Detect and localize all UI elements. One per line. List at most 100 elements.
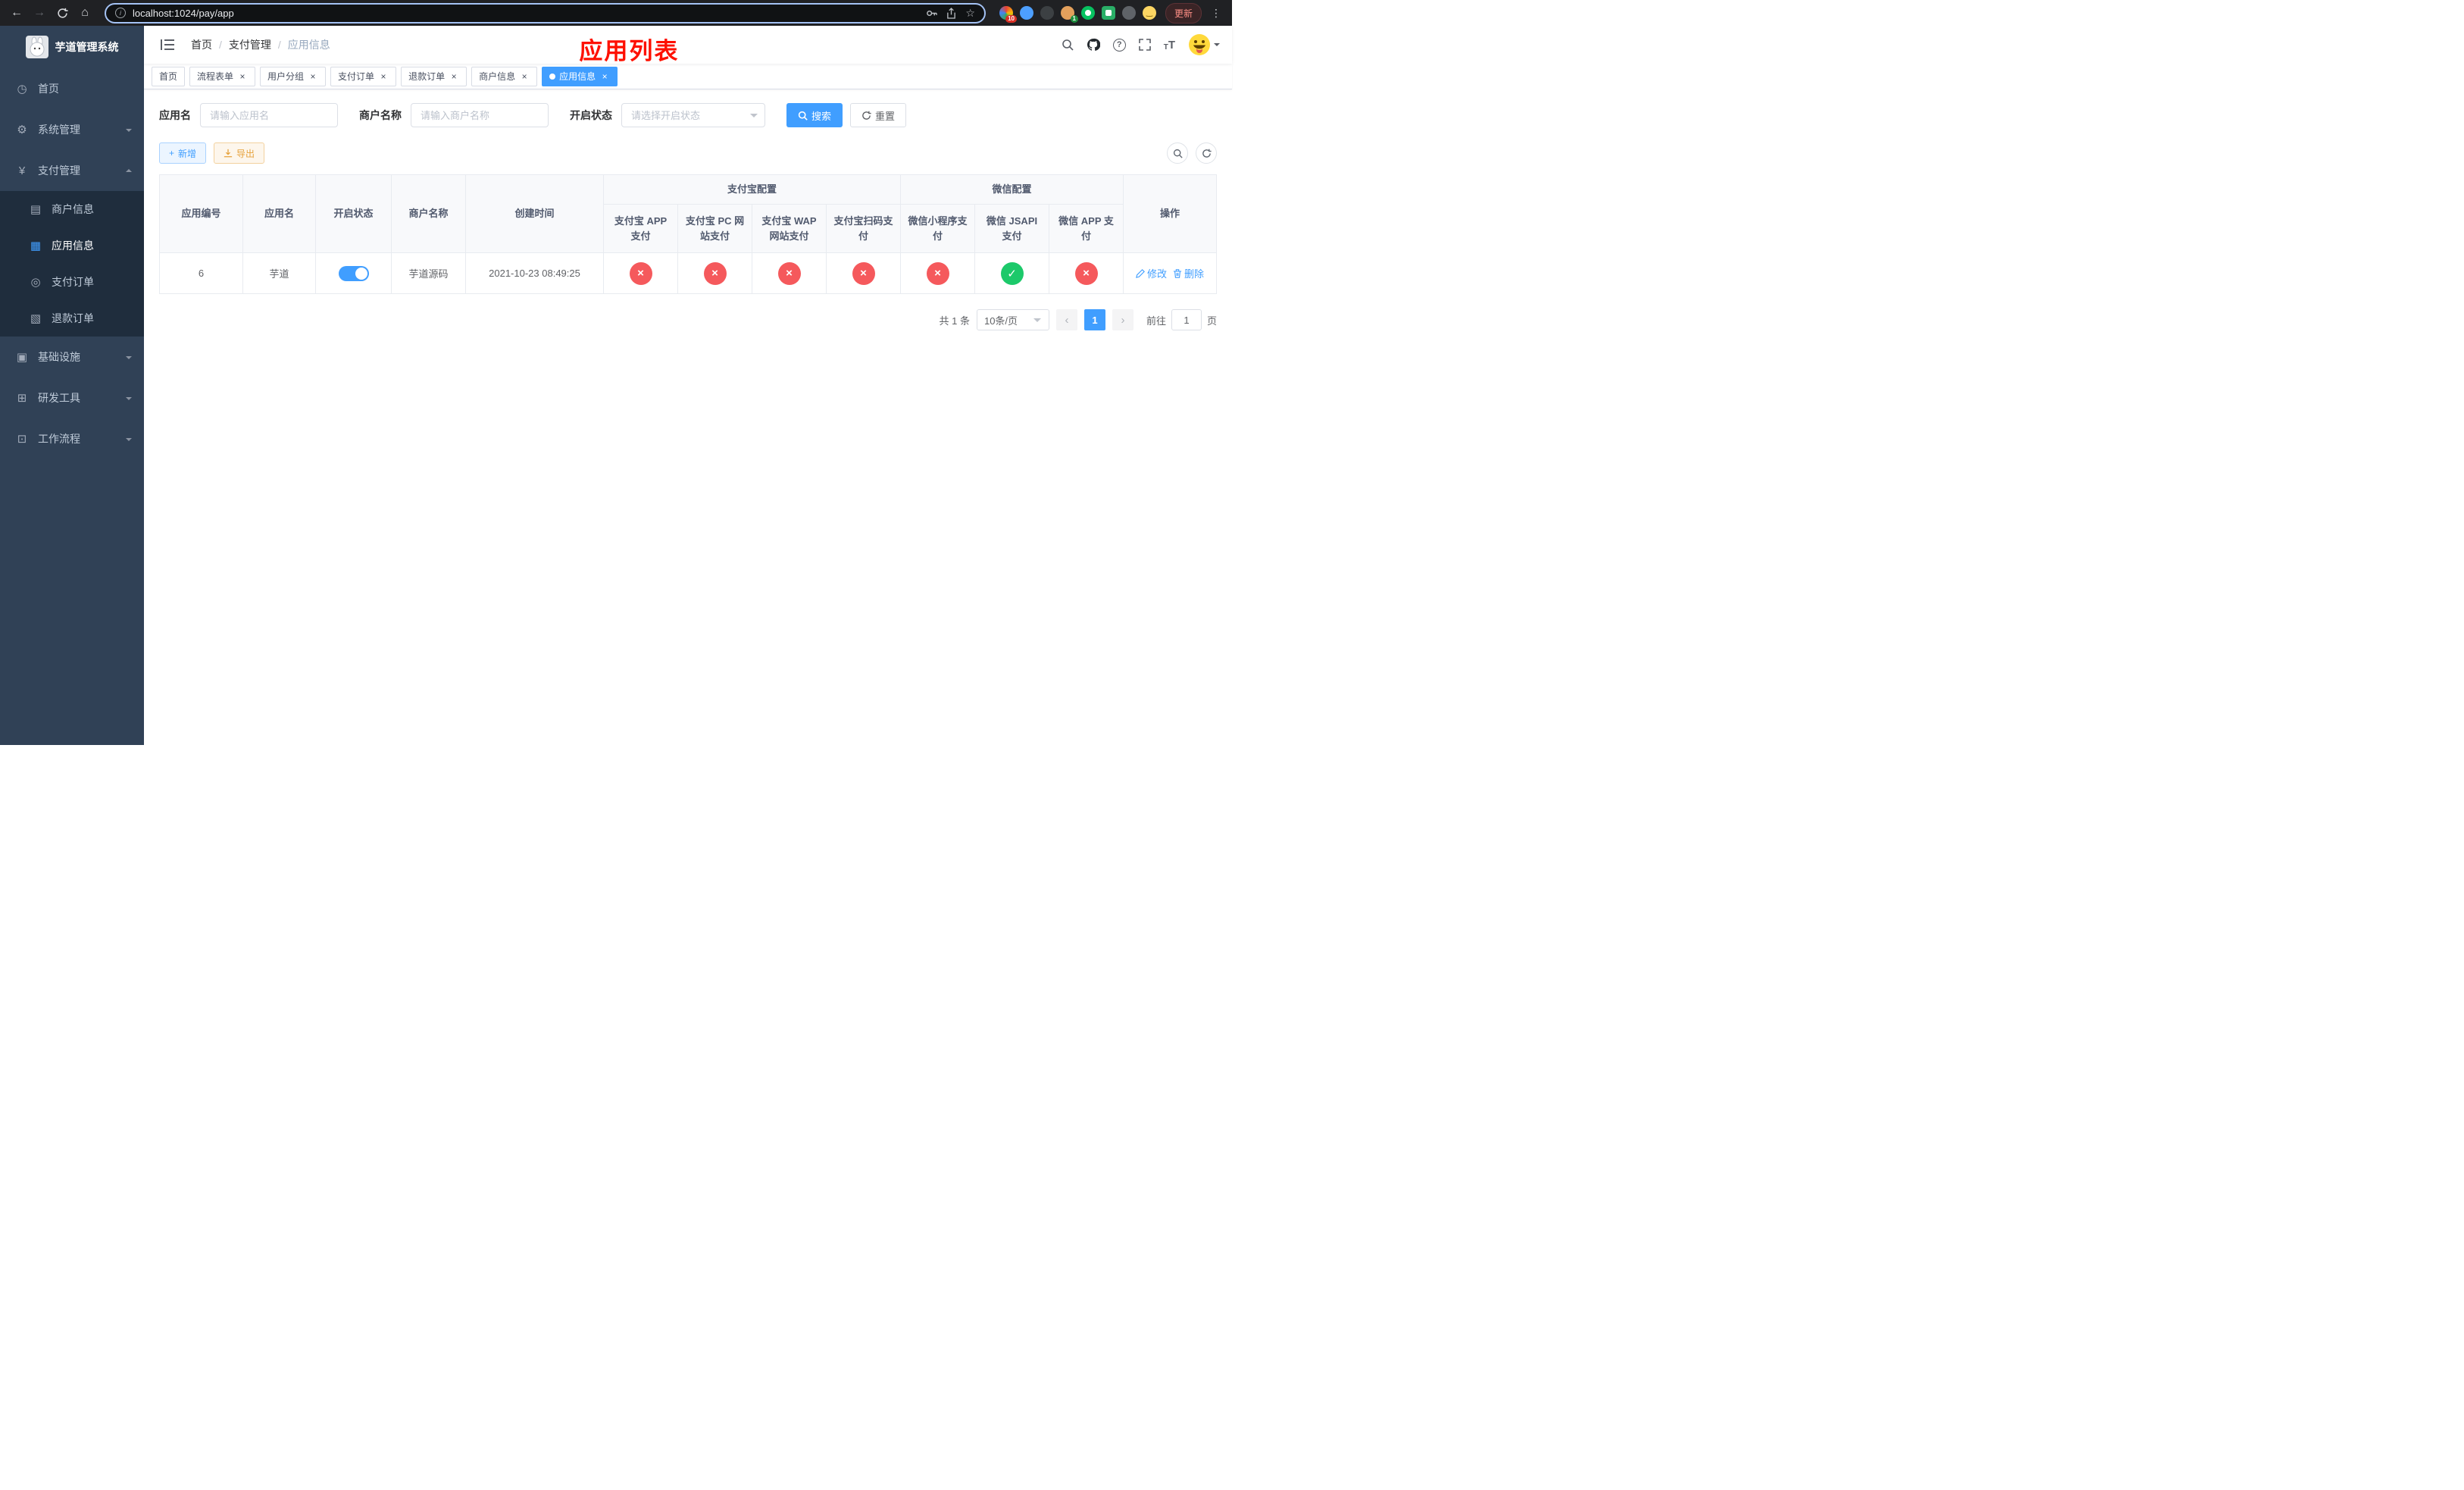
extension-profile-icon[interactable]: 1 xyxy=(1060,6,1078,23)
navbar-actions: ? TT xyxy=(1062,33,1220,56)
reset-button[interactable]: 重置 xyxy=(850,103,907,127)
next-page-button[interactable]: › xyxy=(1112,309,1134,331)
tab-merchant-info[interactable]: 商户信息 xyxy=(471,66,538,86)
password-key-icon[interactable] xyxy=(926,8,938,19)
chevron-up-icon xyxy=(126,166,132,172)
gear-icon: ⚙ xyxy=(17,124,27,136)
app-name-input[interactable] xyxy=(200,103,338,127)
sidebar-item-pay-order[interactable]: ◎ 支付订单 xyxy=(0,264,144,300)
export-button[interactable]: 导出 xyxy=(214,142,265,164)
sidebar-item-label: 支付管理 xyxy=(38,164,80,177)
close-icon[interactable] xyxy=(519,71,530,82)
alipay-pc-status-icon: × xyxy=(703,261,727,285)
fullscreen-icon[interactable] xyxy=(1138,39,1151,51)
page-1-button[interactable]: 1 xyxy=(1083,309,1105,331)
browser-menu-icon[interactable]: ⋮ xyxy=(1206,7,1226,20)
add-button[interactable]: + 新增 xyxy=(159,142,207,164)
workflow-icon: ⊡ xyxy=(17,433,27,446)
github-icon[interactable] xyxy=(1087,38,1100,52)
status-toggle[interactable] xyxy=(338,265,369,281)
help-icon[interactable]: ? xyxy=(1112,38,1126,52)
site-info-icon[interactable]: i xyxy=(115,8,126,18)
page-size-select[interactable]: 10条/页 xyxy=(976,309,1049,331)
sidebar-item-infrastructure[interactable]: ▣ 基础设施 xyxy=(0,337,144,377)
breadcrumb-payment[interactable]: 支付管理 xyxy=(229,37,271,52)
extensions-zone: 10 1 ‿ xyxy=(999,6,1156,23)
font-size-icon[interactable]: TT xyxy=(1164,39,1175,52)
breadcrumb-home[interactable]: 首页 xyxy=(191,37,212,52)
app-title: 芋道管理系统 xyxy=(55,41,119,53)
infrastructure-icon: ▣ xyxy=(16,351,28,364)
status-select[interactable] xyxy=(621,103,765,127)
close-icon[interactable] xyxy=(237,71,248,82)
sidebar-item-label: 支付订单 xyxy=(52,276,94,288)
status-label: 开启状态 xyxy=(570,109,612,121)
browser-back-button[interactable]: ← xyxy=(6,2,27,23)
extension-emoji-icon[interactable]: ‿ xyxy=(1142,6,1156,20)
sidebar-collapse-button[interactable] xyxy=(156,36,179,54)
goto-page-input[interactable] xyxy=(1171,309,1202,331)
delete-button[interactable]: 删除 xyxy=(1173,266,1204,280)
tab-label: 应用信息 xyxy=(559,71,596,82)
browser-home-button[interactable]: ⌂ xyxy=(74,2,95,23)
close-icon[interactable] xyxy=(378,71,389,82)
header-search-icon[interactable] xyxy=(1062,39,1074,51)
extension-pinwheel-icon[interactable] xyxy=(1121,6,1136,20)
sidebar-item-label: 工作流程 xyxy=(38,433,80,445)
merchant-name-input[interactable] xyxy=(411,103,549,127)
sidebar-item-label: 系统管理 xyxy=(38,124,80,136)
pagination: 共 1 条 10条/页 ‹ 1 › 前往 页 xyxy=(159,309,1217,331)
tab-label: 流程表单 xyxy=(197,71,234,82)
refresh-table-button[interactable] xyxy=(1196,142,1217,164)
dev-tools-icon: ⊞ xyxy=(17,392,27,405)
app-logo[interactable]: 芋道管理系统 xyxy=(0,26,144,68)
address-bar[interactable]: i localhost:1024/pay/app ☆ xyxy=(105,2,986,23)
alipay-app-status-icon: × xyxy=(629,261,652,285)
yen-icon: ¥ xyxy=(18,164,26,177)
sidebar-item-refund-order[interactable]: ▧ 退款订单 xyxy=(0,300,144,337)
browser-forward-button[interactable]: → xyxy=(29,2,50,23)
extension-puzzle-icon[interactable]: 10 xyxy=(999,6,1017,23)
col-alipay-app: 支付宝 APP 支付 xyxy=(603,204,678,254)
sidebar-item-home[interactable]: ◷ 首页 xyxy=(0,68,144,109)
tab-label: 商户信息 xyxy=(479,71,516,82)
tab-label: 首页 xyxy=(159,71,178,82)
show-search-toggle-button[interactable] xyxy=(1167,142,1188,164)
sidebar-item-label: 应用信息 xyxy=(52,239,94,252)
extension-dark-icon[interactable] xyxy=(1040,6,1054,20)
extension-chat-icon[interactable] xyxy=(1101,6,1115,20)
share-icon[interactable] xyxy=(946,7,956,19)
close-icon[interactable] xyxy=(449,71,459,82)
bookmark-star-icon[interactable]: ☆ xyxy=(965,7,975,20)
close-icon[interactable] xyxy=(308,71,318,82)
search-button[interactable]: 搜索 xyxy=(786,103,843,127)
sidebar-item-dev-tools[interactable]: ⊞ 研发工具 xyxy=(0,377,144,418)
goto-prefix-label: 前往 xyxy=(1146,315,1166,327)
url-text[interactable]: localhost:1024/pay/app xyxy=(133,8,919,19)
tab-process-form[interactable]: 流程表单 xyxy=(189,66,256,86)
edit-button[interactable]: 修改 xyxy=(1136,266,1167,280)
sidebar-item-app-info[interactable]: ▦ 应用信息 xyxy=(0,227,144,264)
sidebar-item-workflow[interactable]: ⊡ 工作流程 xyxy=(0,418,144,459)
tab-app-info[interactable]: 应用信息 xyxy=(542,66,618,86)
tab-pay-order[interactable]: 支付订单 xyxy=(330,66,397,86)
sidebar-item-payment[interactable]: ¥ 支付管理 xyxy=(0,150,144,191)
chevron-down-icon xyxy=(1033,318,1041,326)
sidebar-item-system[interactable]: ⚙ 系统管理 xyxy=(0,109,144,150)
close-icon[interactable] xyxy=(599,71,610,82)
tab-home[interactable]: 首页 xyxy=(152,66,186,86)
col-group-alipay: 支付宝配置 xyxy=(602,174,902,205)
extension-wechat-icon[interactable] xyxy=(1080,6,1095,20)
avatar-emoji-icon xyxy=(1189,34,1210,55)
refresh-icon xyxy=(57,8,68,18)
user-avatar[interactable] xyxy=(1188,33,1220,56)
browser-update-button[interactable]: 更新 xyxy=(1165,2,1202,23)
browser-refresh-button[interactable] xyxy=(52,2,73,23)
apps-table: 应用编号 应用名 开启状态 商户名称 创建时间 支付宝配置 微信配置 操作 支付… xyxy=(159,174,1217,295)
sidebar-item-merchant-info[interactable]: ▤ 商户信息 xyxy=(0,191,144,227)
tab-refund-order[interactable]: 退款订单 xyxy=(401,66,467,86)
extension-drop-icon[interactable] xyxy=(1019,6,1033,20)
col-wechat-mini: 微信小程序支付 xyxy=(900,204,976,254)
prev-page-button[interactable]: ‹ xyxy=(1055,309,1077,331)
tab-user-group[interactable]: 用户分组 xyxy=(260,66,327,86)
